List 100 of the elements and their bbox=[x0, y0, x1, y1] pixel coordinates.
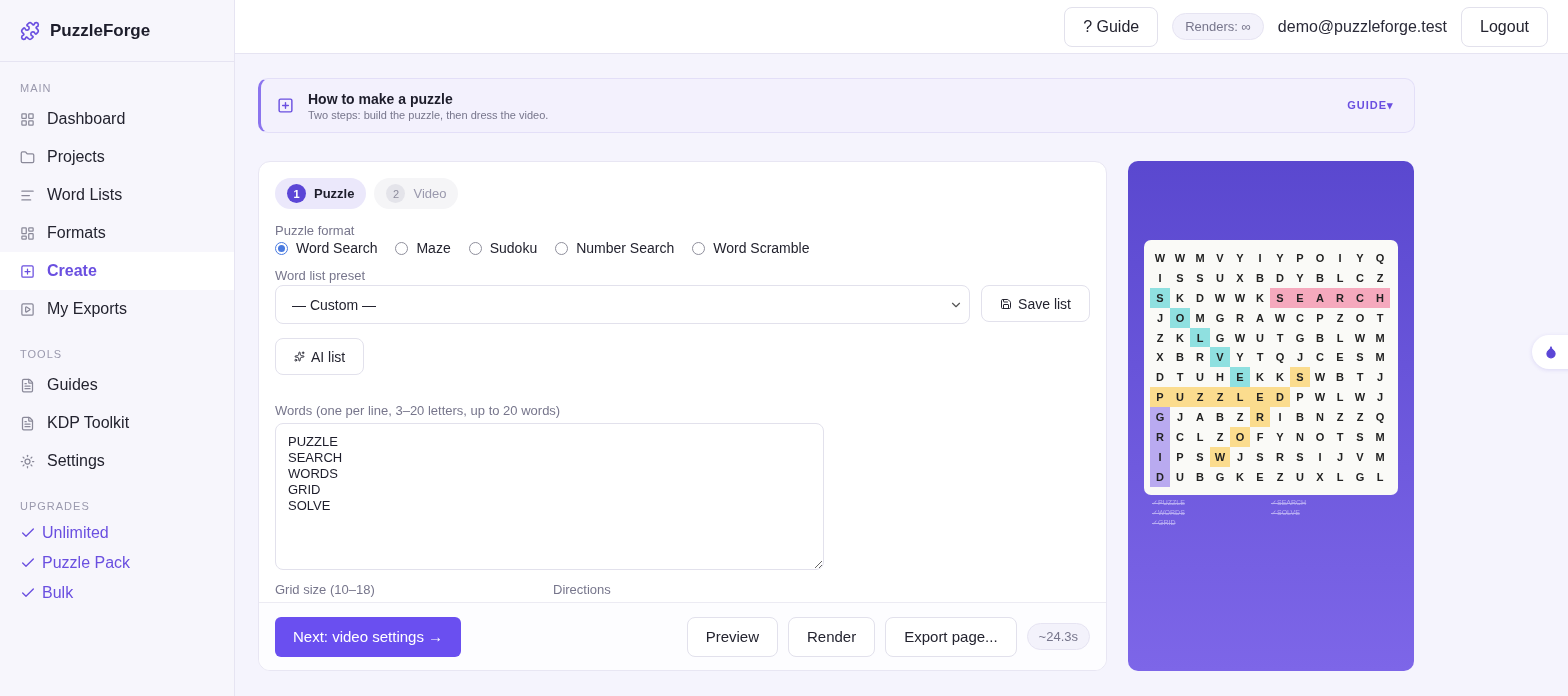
format-radio[interactable]: Word Scramble bbox=[692, 240, 810, 256]
nav-item[interactable]: Projects bbox=[0, 138, 234, 176]
grid-letter: E bbox=[1255, 469, 1265, 485]
grid-letter: B bbox=[1195, 469, 1205, 485]
highlighted-letter: A bbox=[1310, 287, 1330, 308]
grid-letter: W bbox=[1173, 250, 1187, 266]
save-icon bbox=[1000, 297, 1013, 310]
nav-icon bbox=[20, 149, 35, 165]
grid-letter: V bbox=[1355, 449, 1365, 465]
grid-letter: J bbox=[1375, 370, 1385, 386]
grid-letter: P bbox=[1295, 390, 1305, 406]
grid-letter: B bbox=[1295, 410, 1305, 426]
grid-letter: E bbox=[1335, 350, 1345, 366]
grid-letter: N bbox=[1295, 429, 1305, 445]
grid-letter: L bbox=[1335, 390, 1345, 406]
highlighted-letter: D bbox=[1270, 387, 1290, 408]
nav-item[interactable]: Formats bbox=[0, 214, 234, 252]
preview-button[interactable]: Preview bbox=[686, 616, 778, 657]
nav-label: My Exports bbox=[47, 300, 127, 318]
upgrade-link[interactable]: Bulk bbox=[0, 578, 234, 608]
nav-icon bbox=[20, 301, 35, 317]
assistant-button[interactable] bbox=[1532, 335, 1568, 369]
guide-button[interactable]: ? Guide bbox=[1064, 6, 1159, 47]
grid-letter: K bbox=[1255, 290, 1265, 306]
grid-letter: D bbox=[1275, 270, 1285, 286]
radio-label: Maze bbox=[416, 240, 451, 256]
field-label: Words (one per line, 3–20 letters, up to 20 words) bbox=[275, 403, 562, 418]
plus-icon bbox=[277, 97, 294, 114]
guide-link[interactable]: GUIDE▾ bbox=[1347, 99, 1394, 112]
nav-item[interactable]: Guides bbox=[0, 366, 234, 404]
droplet-icon bbox=[1544, 345, 1558, 359]
logout-button[interactable]: Logout bbox=[1461, 6, 1548, 47]
nav-item[interactable]: My Exports bbox=[0, 290, 234, 328]
grid-letter: S bbox=[1295, 449, 1305, 465]
grid-letter: G bbox=[1214, 330, 1226, 346]
grid-letter: X bbox=[1235, 270, 1245, 286]
grid-letter: B bbox=[1335, 370, 1345, 386]
grid-letter: I bbox=[1317, 449, 1323, 465]
grid-letter: I bbox=[1157, 270, 1163, 286]
nav-item[interactable]: Dashboard bbox=[0, 100, 234, 138]
highlighted-letter: Z bbox=[1210, 387, 1230, 408]
highlighted-letter: Z bbox=[1190, 387, 1210, 408]
nav-item[interactable]: Create bbox=[0, 252, 234, 290]
grid-letter: T bbox=[1255, 350, 1265, 366]
format-radio[interactable]: Maze bbox=[395, 240, 451, 256]
highlighted-letter: P bbox=[1150, 387, 1170, 408]
grid-letter: Z bbox=[1375, 270, 1385, 286]
format-radio[interactable]: Number Search bbox=[555, 240, 675, 256]
grid-letter: D bbox=[1195, 290, 1205, 306]
nav-label: Dashboard bbox=[47, 110, 126, 128]
words-field[interactable]: PUZZLE SEARCH WORDS GRID SOLVE bbox=[275, 423, 824, 570]
upgrade-label: Bulk bbox=[42, 584, 74, 602]
nav-item[interactable]: Settings bbox=[0, 442, 234, 480]
step-tab[interactable]: 1 Puzzle bbox=[275, 178, 367, 209]
ai-list-button[interactable]: AI list bbox=[275, 338, 365, 375]
highlighted-letter: L bbox=[1230, 387, 1250, 408]
grid-letter: J bbox=[1335, 449, 1345, 465]
grid-letter: Z bbox=[1335, 410, 1345, 426]
grid-letter: G bbox=[1294, 330, 1306, 346]
puzzle-logo-icon bbox=[20, 20, 40, 41]
grid-letter: Y bbox=[1275, 250, 1285, 266]
nav-icon bbox=[20, 263, 35, 279]
save-list-button[interactable]: Save list bbox=[981, 285, 1090, 322]
preset-select[interactable]: — Custom — bbox=[275, 285, 971, 324]
field-label: Grid size (10–18) bbox=[275, 582, 376, 597]
grid-letter: W bbox=[1233, 290, 1247, 306]
highlighted-letter: D bbox=[1150, 466, 1170, 487]
highlighted-letter: W bbox=[1210, 446, 1230, 467]
grid-letter: G bbox=[1354, 469, 1366, 485]
grid-letter: Y bbox=[1235, 250, 1245, 266]
highlighted-letter: R bbox=[1330, 287, 1350, 308]
grid-letter: M bbox=[1194, 310, 1206, 326]
highlighted-letter: L bbox=[1190, 327, 1210, 348]
grid-letter: U bbox=[1175, 469, 1185, 485]
nav-label: Formats bbox=[47, 224, 106, 242]
grid-letter: Q bbox=[1274, 350, 1286, 366]
grid-letter: Q bbox=[1374, 410, 1386, 426]
grid-letter: K bbox=[1275, 370, 1285, 386]
grid-letter: W bbox=[1313, 390, 1327, 406]
nav-icon bbox=[20, 187, 35, 203]
nav-item[interactable]: KDP Toolkit bbox=[0, 404, 234, 442]
upgrade-link[interactable]: Unlimited bbox=[0, 518, 234, 548]
nav-icon bbox=[20, 415, 35, 431]
section-title: TOOLS bbox=[19, 347, 64, 362]
next-button[interactable]: Next: video settings → bbox=[275, 616, 462, 657]
format-radio[interactable]: Sudoku bbox=[468, 240, 538, 256]
format-radio[interactable]: Word Search bbox=[275, 240, 378, 256]
grid-letter: Y bbox=[1235, 350, 1245, 366]
grid-letter: J bbox=[1295, 350, 1305, 366]
grid-letter: I bbox=[1257, 250, 1263, 266]
grid-letter: P bbox=[1315, 310, 1325, 326]
grid-letter: L bbox=[1335, 469, 1345, 485]
banner-subtitle: Two steps: build the puzzle, then dress the video. bbox=[308, 108, 550, 121]
render-button[interactable]: Render bbox=[788, 616, 876, 657]
grid-letter: H bbox=[1215, 370, 1225, 386]
grid-letter: S bbox=[1355, 350, 1365, 366]
upgrade-link[interactable]: Puzzle Pack bbox=[0, 548, 234, 578]
nav-item[interactable]: Word Lists bbox=[0, 176, 234, 214]
highlighted-letter: S bbox=[1150, 287, 1170, 308]
export-button[interactable]: Export page... bbox=[885, 616, 1017, 657]
